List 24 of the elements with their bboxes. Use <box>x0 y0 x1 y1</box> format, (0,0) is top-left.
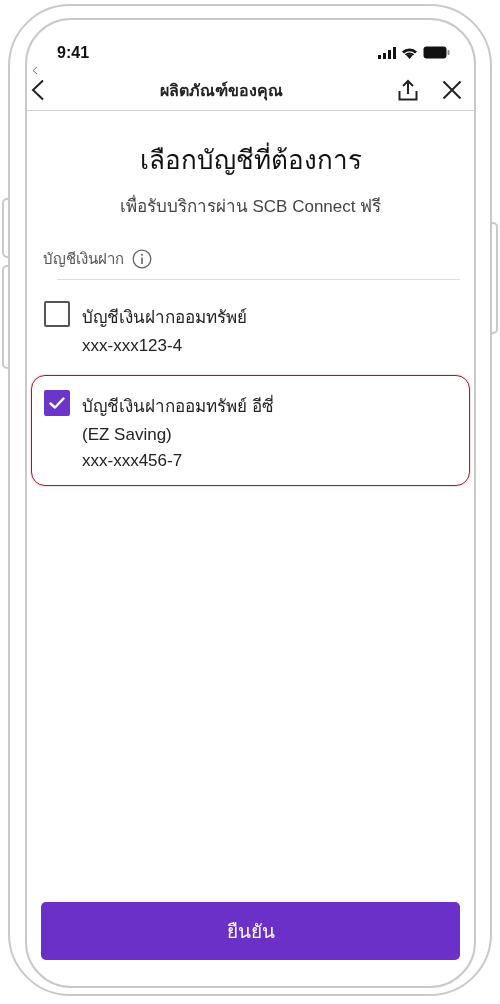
page-title: ผลิตภัณฑ์ของคุณ <box>160 80 283 103</box>
account-number: xxx-xxx123-4 <box>82 336 184 356</box>
signal-icon <box>378 46 396 59</box>
small-chevron-icon <box>32 66 38 75</box>
subheading: เพื่อรับบริการผ่าน SCB Connect ฟรี <box>31 192 470 219</box>
status-time: 9:41 <box>57 44 90 62</box>
account-name: บัญชีเงินฝากออมทรัพย์ อีซี่ <box>82 392 274 419</box>
battery-icon <box>423 46 450 59</box>
account-subtitle: (EZ Saving) <box>82 425 173 445</box>
info-icon[interactable] <box>132 249 152 269</box>
section-label: บัญชีเงินฝาก <box>43 249 124 269</box>
close-icon[interactable] <box>442 80 462 100</box>
confirm-button[interactable]: ยืนยัน <box>41 902 460 960</box>
selected-account-card[interactable]: บัญชีเงินฝากออมทรัพย์ อีซี่ (EZ Saving) xxx-xxx456-7 <box>31 375 470 486</box>
checkmark-icon <box>49 397 65 409</box>
account-card[interactable]: บัญชีเงินฝากออมทรัพย์ xxx-xxx123-4 <box>31 286 470 371</box>
share-icon[interactable] <box>398 79 418 101</box>
heading: เลือกบัญชีที่ต้องการ <box>31 139 470 180</box>
checkbox[interactable] <box>44 301 70 327</box>
account-name: บัญชีเงินฝากออมทรัพย์ <box>82 307 247 329</box>
wifi-icon <box>401 46 418 59</box>
checkbox[interactable] <box>44 390 70 416</box>
back-icon[interactable] <box>31 79 45 101</box>
account-number: xxx-xxx456-7 <box>82 451 184 471</box>
